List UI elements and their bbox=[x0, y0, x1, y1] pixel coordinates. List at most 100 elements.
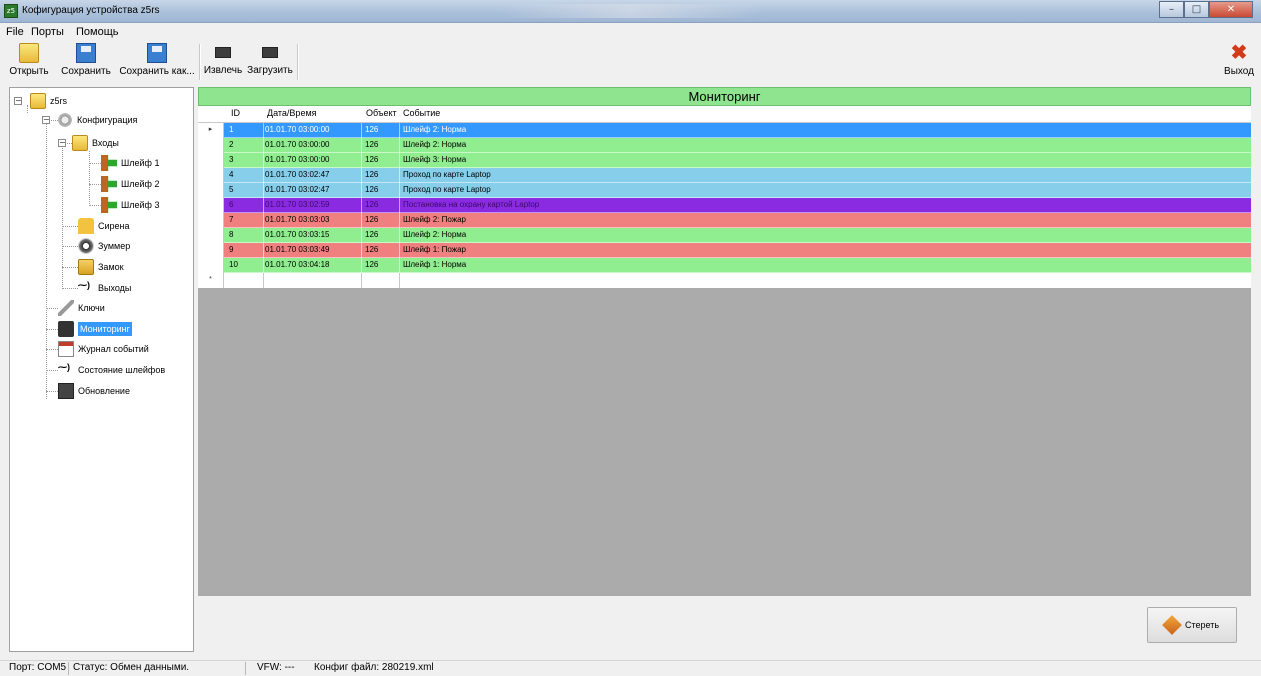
tree-item-loop-1[interactable]: Шлейф 1 bbox=[101, 153, 159, 173]
menu-file[interactable]: File bbox=[6, 26, 24, 38]
save-label: Сохранить bbox=[61, 66, 111, 77]
tree-label: Выходы bbox=[98, 283, 132, 293]
table-row[interactable]: 5 01.01.70 03:02:47 126 Проход по карте Lap… bbox=[198, 183, 1251, 198]
table-row[interactable]: 10 01.01.70 03:04:18 126 Шлейф 1: Норма bbox=[198, 258, 1251, 273]
cell-event: Шлейф 1: Норма bbox=[403, 260, 467, 269]
new-row[interactable]: * bbox=[198, 273, 1251, 288]
column-divider bbox=[361, 273, 362, 288]
tree-item-inputs[interactable]: Входы bbox=[72, 133, 119, 153]
tree-item-monitoring[interactable]: Мониторинг bbox=[58, 319, 132, 339]
tree-item-loop-3[interactable]: Шлейф 3 bbox=[101, 195, 159, 215]
cell-object: 126 bbox=[365, 215, 379, 224]
document-icon bbox=[58, 383, 74, 399]
row-selector[interactable] bbox=[198, 258, 224, 273]
row-selector[interactable] bbox=[198, 153, 224, 168]
table-row[interactable]: 2 01.01.70 03:00:00 126 Шлейф 2: Норма bbox=[198, 138, 1251, 153]
cell-datetime: 01.01.70 03:00:00 bbox=[265, 140, 330, 149]
row-selector[interactable] bbox=[198, 138, 224, 153]
save-as-button[interactable]: Сохранить как... bbox=[118, 43, 196, 77]
cell-object: 126 bbox=[365, 260, 379, 269]
close-button[interactable]: ✕ bbox=[1209, 1, 1253, 18]
menu-ports[interactable]: Порты bbox=[31, 26, 64, 38]
tree-line bbox=[46, 349, 58, 350]
load-button[interactable]: Загрузить bbox=[247, 43, 293, 76]
cell-id: 2 bbox=[229, 140, 234, 149]
table-row[interactable]: 9 01.01.70 03:03:49 126 Шлейф 1: Пожар bbox=[198, 243, 1251, 258]
erase-label: Стереть bbox=[1184, 620, 1220, 630]
calendar-icon bbox=[58, 341, 74, 357]
collapse-toggle[interactable]: − bbox=[42, 116, 50, 124]
tree-item-keys[interactable]: Ключи bbox=[58, 298, 105, 318]
row-selector[interactable] bbox=[198, 228, 224, 243]
column-divider bbox=[399, 198, 400, 213]
cell-object: 126 bbox=[365, 245, 379, 254]
save-as-label: Сохранить как... bbox=[119, 66, 195, 77]
cell-object: 126 bbox=[365, 230, 379, 239]
cell-datetime: 01.01.70 03:03:03 bbox=[265, 215, 330, 224]
column-divider bbox=[399, 138, 400, 153]
row-selector[interactable] bbox=[198, 198, 224, 213]
tree-line bbox=[46, 370, 58, 371]
cell-object: 126 bbox=[365, 185, 379, 194]
save-button[interactable]: Сохранить bbox=[58, 43, 114, 77]
table-row[interactable]: 3 01.01.70 03:00:00 126 Шлейф 3: Норма bbox=[198, 153, 1251, 168]
tree-item-event-journal[interactable]: Журнал событий bbox=[58, 339, 149, 359]
tree-label: z5rs bbox=[50, 96, 68, 106]
cell-object: 126 bbox=[365, 155, 379, 164]
maximize-button[interactable]: □ bbox=[1184, 1, 1209, 18]
current-row-indicator[interactable]: ▸ bbox=[198, 123, 224, 138]
waveform-icon: ⁓) bbox=[78, 280, 90, 290]
exit-button[interactable]: ✖ Выход bbox=[1221, 43, 1257, 77]
exit-x-icon: ✖ bbox=[1230, 42, 1248, 64]
table-row[interactable]: 4 01.01.70 03:02:47 126 Проход по карте Lap… bbox=[198, 168, 1251, 183]
cell-event: Проход по карте Laptop bbox=[403, 170, 491, 179]
lock-icon bbox=[78, 259, 94, 275]
door-arrow-icon bbox=[101, 176, 117, 192]
erase-button[interactable]: Стереть bbox=[1147, 607, 1237, 643]
menu-bar: File Порты Помощь bbox=[0, 23, 1261, 40]
minimize-button[interactable]: – bbox=[1159, 1, 1184, 18]
tree-item-siren[interactable]: Сирена bbox=[78, 216, 130, 236]
eraser-icon bbox=[1162, 615, 1182, 635]
tree-item-configuration[interactable]: Конфигурация bbox=[57, 110, 137, 130]
collapse-toggle[interactable]: − bbox=[14, 97, 22, 105]
bottom-panel: Стереть bbox=[198, 596, 1251, 652]
menu-help[interactable]: Помощь bbox=[76, 26, 119, 38]
column-header-object[interactable]: Объект bbox=[366, 108, 397, 118]
tree-label: Состояние шлейфов bbox=[78, 365, 166, 375]
tree-item-loop-2[interactable]: Шлейф 2 bbox=[101, 174, 159, 194]
cell-event: Шлейф 2: Норма bbox=[403, 125, 467, 134]
column-divider bbox=[263, 273, 264, 288]
column-divider bbox=[399, 228, 400, 243]
column-header-datetime[interactable]: Дата/Время bbox=[267, 108, 317, 118]
row-selector[interactable] bbox=[198, 243, 224, 258]
cell-object: 126 bbox=[365, 200, 379, 209]
column-header-id[interactable]: ID bbox=[231, 108, 240, 118]
column-divider bbox=[361, 228, 362, 243]
tree-item-outputs[interactable]: ⁓) Выходы bbox=[78, 278, 131, 298]
monitor-icon bbox=[58, 321, 74, 337]
tree-item-update[interactable]: Обновление bbox=[58, 381, 130, 401]
row-selector[interactable] bbox=[198, 183, 224, 198]
column-header-event[interactable]: Событие bbox=[403, 108, 440, 118]
collapse-toggle[interactable]: − bbox=[58, 139, 66, 147]
tree-label: Конфигурация bbox=[77, 115, 138, 125]
row-selector[interactable] bbox=[198, 168, 224, 183]
new-row-indicator[interactable]: * bbox=[198, 273, 224, 288]
tree-item-z5rs[interactable]: z5rs bbox=[30, 91, 67, 111]
tree-item-buzzer[interactable]: Зуммер bbox=[78, 236, 130, 256]
open-folder-icon bbox=[19, 43, 39, 63]
extract-button[interactable]: Извлечь bbox=[203, 43, 243, 76]
tree-item-lock[interactable]: Замок bbox=[78, 257, 124, 277]
column-divider bbox=[399, 123, 400, 138]
key-icon bbox=[58, 300, 74, 316]
row-selector[interactable] bbox=[198, 213, 224, 228]
table-row[interactable]: 6 01.01.70 03:02:59 126 Постановка на охран… bbox=[198, 198, 1251, 213]
tree-label: Журнал событий bbox=[78, 344, 149, 354]
events-grid[interactable]: ID Дата/Время Объект Событие ▸ 1 01.01.70 … bbox=[198, 106, 1251, 596]
tree-item-loop-state[interactable]: ⁓) Состояние шлейфов bbox=[58, 360, 165, 380]
table-row[interactable]: ▸ 1 01.01.70 03:00:00 126 Шлейф 2: Норма bbox=[198, 123, 1251, 138]
open-button[interactable]: Открыть bbox=[4, 43, 54, 77]
table-row[interactable]: 8 01.01.70 03:03:15 126 Шлейф 2: Норма bbox=[198, 228, 1251, 243]
table-row[interactable]: 7 01.01.70 03:03:03 126 Шлейф 2: Пожар bbox=[198, 213, 1251, 228]
